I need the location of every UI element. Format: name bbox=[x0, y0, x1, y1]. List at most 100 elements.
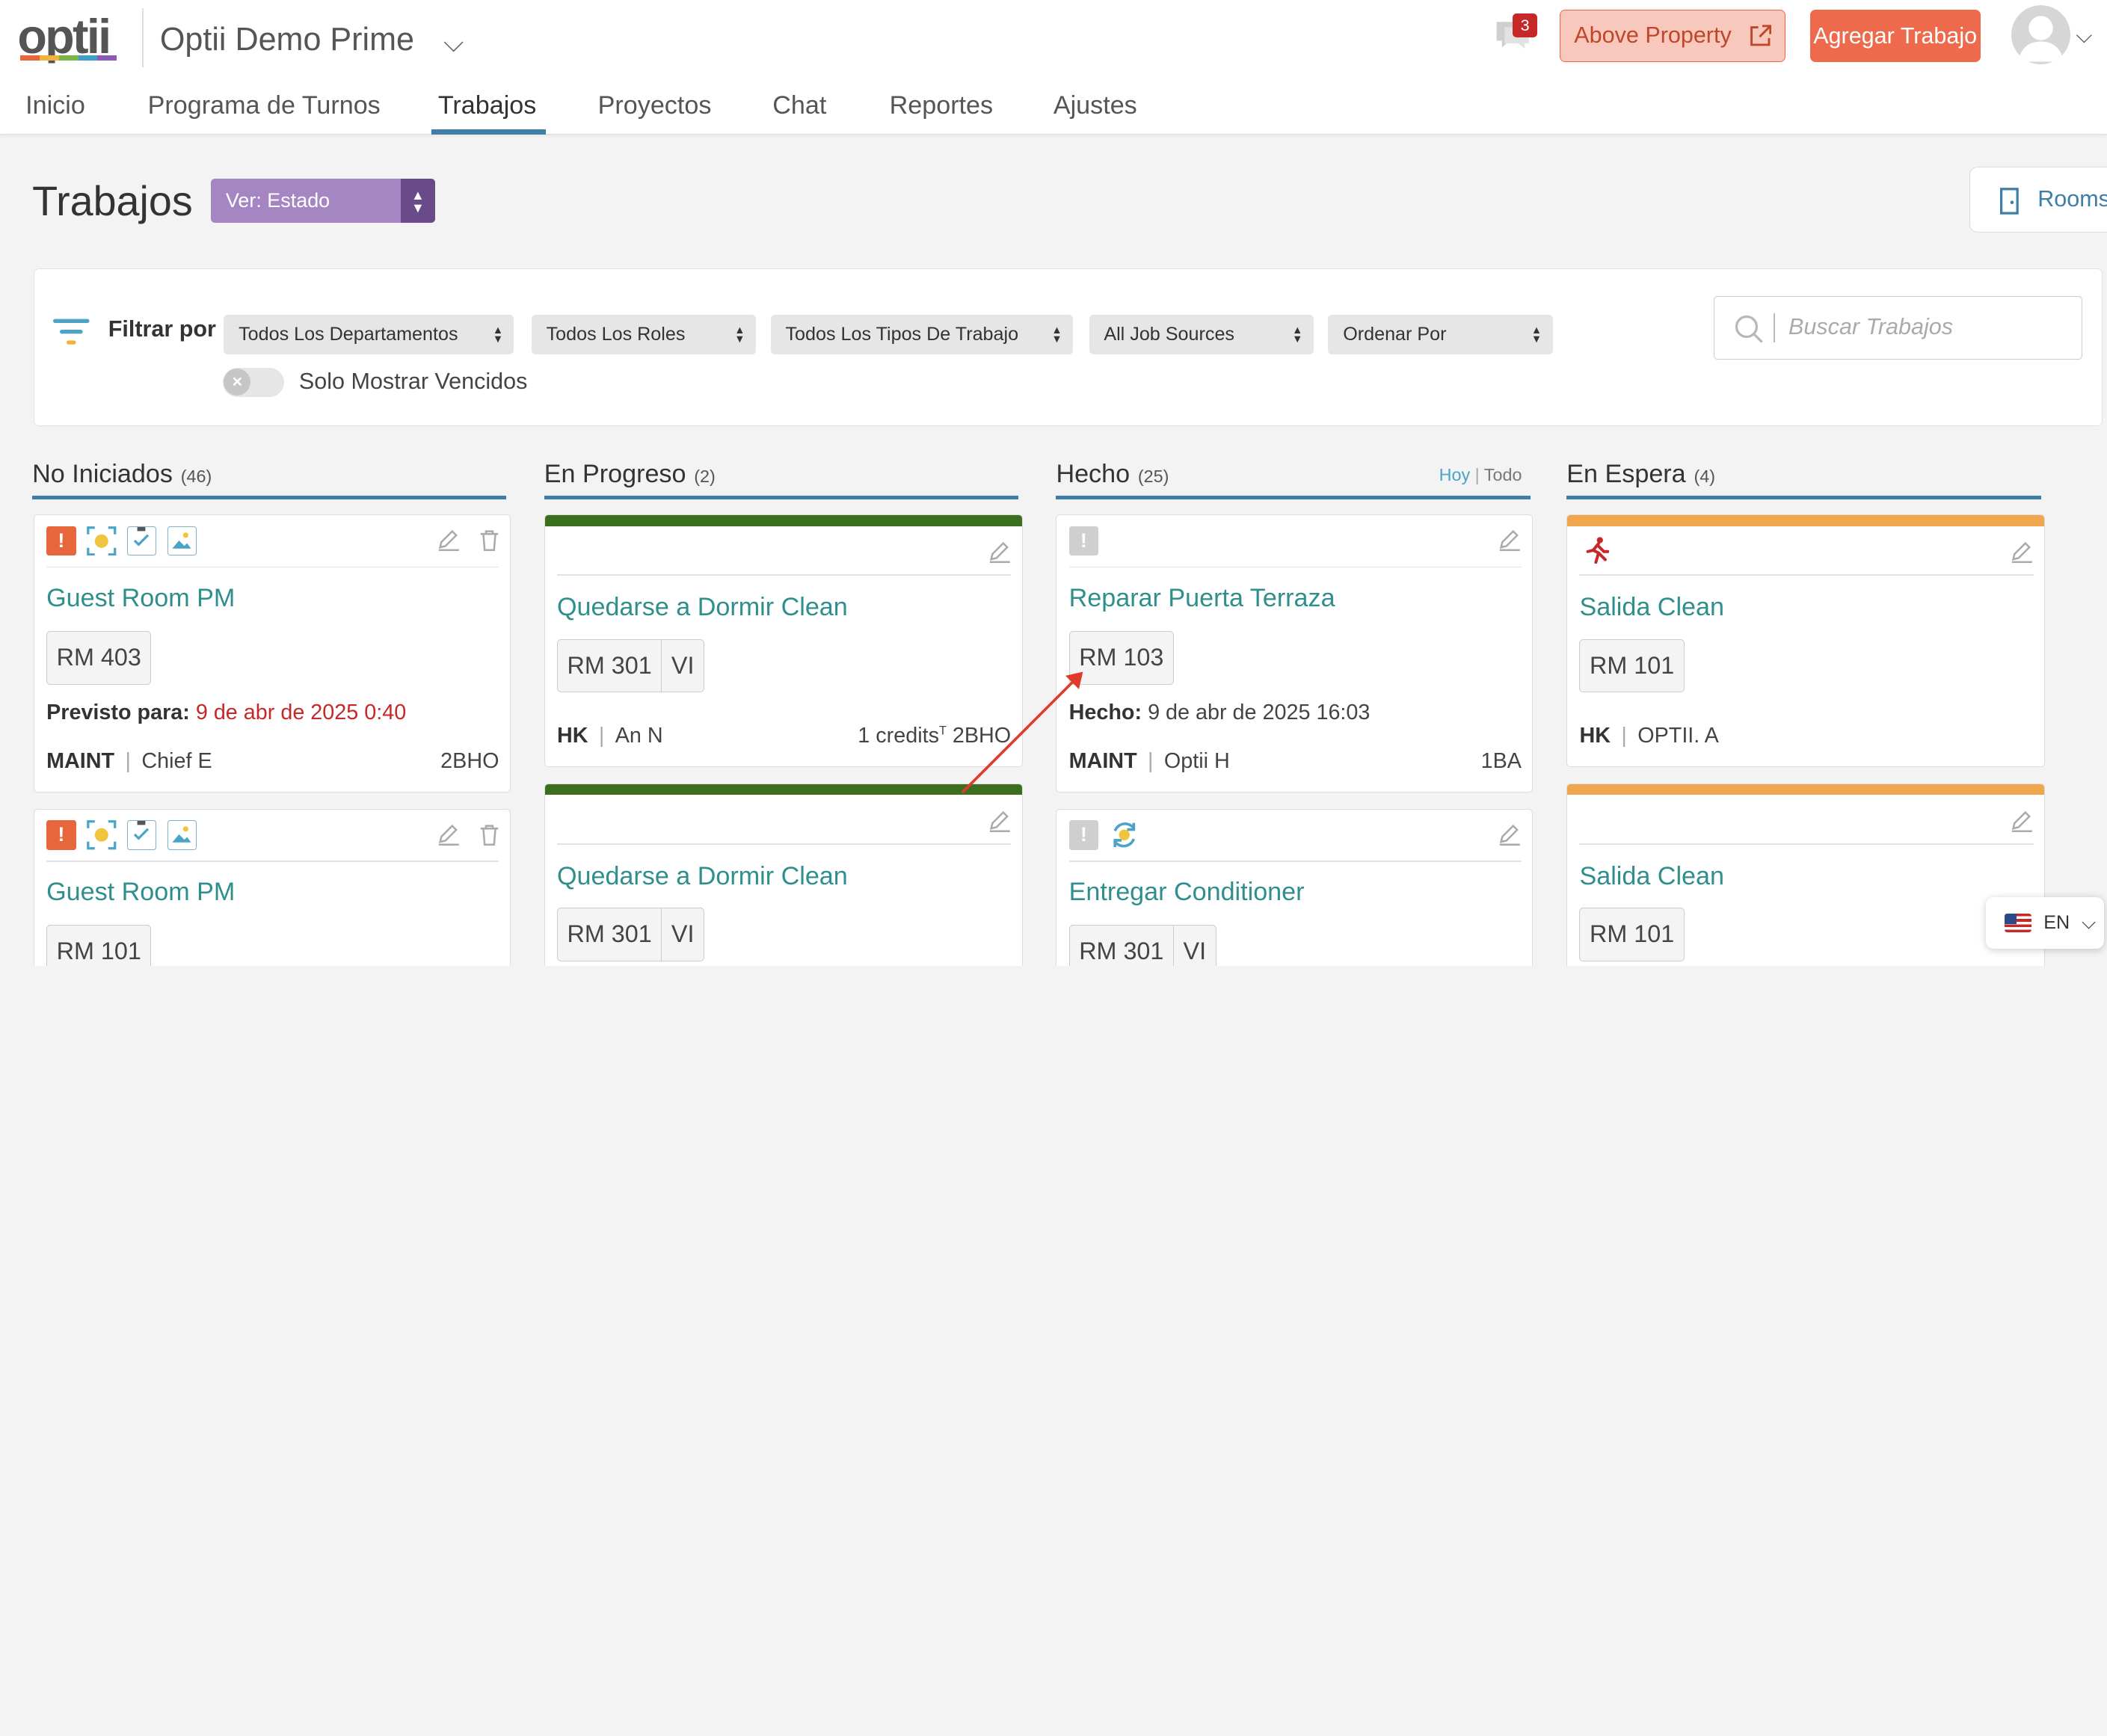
repeat-icon bbox=[1110, 820, 1139, 850]
job-card[interactable]: Quedarse a Dormir Clean RM 301 VI bbox=[544, 783, 1023, 967]
assignee: Optii H bbox=[1163, 748, 1230, 773]
chevron-down-icon[interactable]: ⌵ bbox=[443, 27, 464, 59]
overdue-toggle[interactable]: × bbox=[222, 367, 285, 398]
us-flag-icon bbox=[2005, 913, 2032, 933]
department-select[interactable]: Todos Los Departamentos ▲ ▼ bbox=[224, 315, 514, 354]
department: HK bbox=[1579, 723, 1611, 748]
job-card[interactable]: ! Guest Room PM RM 403 Previsto para: 9 … bbox=[33, 514, 511, 793]
job-card[interactable]: ! Reparar Puerta Terraza RM 103 Hecho: 9… bbox=[1056, 514, 1534, 793]
above-property-label: Above Property bbox=[1574, 22, 1732, 48]
sort-select[interactable]: Ordenar Por ▲ ▼ bbox=[1328, 315, 1553, 354]
column-title: No Iniciados bbox=[32, 459, 173, 488]
edit-icon[interactable] bbox=[988, 810, 1012, 833]
room-number: RM 301 bbox=[1079, 938, 1164, 965]
chat-badge: 3 bbox=[1513, 13, 1537, 38]
filter-label: Filtrar por bbox=[108, 316, 216, 342]
room-check-icon bbox=[87, 820, 117, 850]
trash-icon[interactable] bbox=[479, 823, 499, 846]
tab-trabajos[interactable]: Trabajos bbox=[438, 91, 537, 120]
column-title: En Progreso bbox=[544, 459, 686, 488]
trash-icon[interactable] bbox=[479, 529, 499, 552]
edit-icon[interactable] bbox=[437, 529, 461, 552]
search-box[interactable] bbox=[1714, 296, 2082, 360]
edit-icon[interactable] bbox=[1498, 823, 1522, 846]
checkout-icon bbox=[1586, 537, 1609, 564]
job-meta: HK | OPTII. A bbox=[1579, 723, 1719, 748]
view-select[interactable]: Ver: Estado ▲ ▼ bbox=[211, 179, 436, 224]
job-title[interactable]: Guest Room PM bbox=[46, 584, 235, 613]
image-icon bbox=[167, 820, 197, 850]
edit-icon[interactable] bbox=[2011, 541, 2034, 564]
card-divider bbox=[46, 566, 499, 568]
rooms-button[interactable]: Rooms bbox=[1969, 166, 2107, 233]
assignee: An N bbox=[615, 723, 663, 748]
card-divider bbox=[1068, 861, 1522, 862]
card-divider bbox=[1579, 574, 2034, 576]
filter-panel: Filtrar por Todos Los Departamentos ▲ ▼ To… bbox=[33, 268, 2103, 426]
add-job-button[interactable]: Agregar Trabajo bbox=[1809, 9, 1981, 62]
job-source-select[interactable]: All Job Sources ▲ ▼ bbox=[1089, 315, 1314, 354]
job-title[interactable]: Entregar Conditioner bbox=[1069, 878, 1305, 907]
job-card[interactable]: ! Entregar Conditioner RM 301 VI bbox=[1056, 808, 1534, 967]
tab-inicio[interactable]: Inicio bbox=[25, 91, 85, 120]
logo-color-bar bbox=[19, 55, 117, 61]
select-arrows-icon: ▲ ▼ bbox=[1531, 324, 1542, 346]
avatar-chevron-icon[interactable]: ⌵ bbox=[2076, 24, 2092, 49]
assignee: Chief E bbox=[141, 748, 212, 773]
job-card[interactable]: ! Guest Room PM RM 101 bbox=[33, 808, 511, 967]
above-property-button[interactable]: Above Property bbox=[1560, 9, 1786, 62]
role-select[interactable]: Todos Los Roles ▲ ▼ bbox=[531, 315, 756, 354]
property-name[interactable]: Optii Demo Prime bbox=[160, 22, 414, 58]
status-bar bbox=[1567, 784, 2045, 795]
job-meta: HK | An N1 creditsT 2BHO bbox=[556, 723, 1012, 748]
view-select-value: Ver: Estado bbox=[225, 189, 330, 212]
filter-all-link[interactable]: Todo bbox=[1484, 465, 1522, 484]
job-card[interactable]: Salida Clean RM 101 HK | OPTII. A bbox=[1566, 514, 2046, 768]
job-title[interactable]: Guest Room PM bbox=[46, 878, 235, 907]
tab-proyectos[interactable]: Proyectos bbox=[598, 91, 712, 120]
active-tab-indicator bbox=[431, 129, 546, 135]
user-icon bbox=[2018, 16, 2064, 62]
job-card[interactable]: Salida Clean RM 101 bbox=[1566, 783, 2046, 967]
job-type-select-value: Todos Los Tipos De Trabajo bbox=[785, 324, 1019, 345]
edit-icon[interactable] bbox=[988, 541, 1012, 564]
tab-programa-de-turnos[interactable]: Programa de Turnos bbox=[148, 91, 381, 120]
location: 2BHO bbox=[440, 748, 499, 773]
job-card[interactable]: Quedarse a Dormir Clean RM 301 VI HK | An N… bbox=[544, 514, 1023, 768]
room-number: RM 103 bbox=[1079, 643, 1164, 671]
job-meta: MAINT | Chief E 2BHO bbox=[46, 748, 499, 773]
room-number: RM 301 bbox=[567, 651, 652, 679]
job-type-select[interactable]: Todos Los Tipos De Trabajo ▲ ▼ bbox=[770, 315, 1073, 354]
filter-icon bbox=[53, 318, 90, 345]
checklist-icon bbox=[126, 820, 157, 850]
done-line: Hecho: 9 de abr de 2025 16:03 bbox=[1069, 701, 1522, 725]
location: 2BHO bbox=[952, 723, 1012, 748]
tab-chat[interactable]: Chat bbox=[772, 91, 826, 120]
job-title[interactable]: Salida Clean bbox=[1579, 593, 1724, 622]
room-badge: RM 101 bbox=[1579, 638, 1685, 693]
job-title[interactable]: Reparar Puerta Terraza bbox=[1069, 584, 1335, 613]
edit-icon[interactable] bbox=[2011, 810, 2034, 833]
job-title[interactable]: Quedarse a Dormir Clean bbox=[557, 862, 848, 891]
job-title[interactable]: Salida Clean bbox=[1579, 862, 1724, 891]
select-arrows-icon: ▲ ▼ bbox=[400, 179, 436, 224]
language-selector[interactable]: EN ⌵ bbox=[1985, 897, 2105, 949]
card-divider bbox=[556, 574, 1012, 576]
search-input[interactable] bbox=[1788, 310, 2058, 345]
room-tag: VI bbox=[661, 908, 704, 961]
room-check-icon bbox=[87, 526, 117, 556]
overdue-toggle-label: Solo Mostrar Vencidos bbox=[298, 369, 528, 395]
avatar[interactable] bbox=[2011, 5, 2071, 65]
edit-icon[interactable] bbox=[1498, 529, 1522, 552]
filter-today-link[interactable]: Hoy bbox=[1439, 465, 1471, 484]
job-title[interactable]: Quedarse a Dormir Clean bbox=[557, 593, 848, 622]
column-header-on-hold: En Espera (4) bbox=[1566, 460, 1715, 489]
status-bar bbox=[1567, 515, 2045, 526]
card-divider bbox=[46, 861, 499, 862]
done-label: Hecho: bbox=[1068, 701, 1142, 725]
tab-reportes[interactable]: Reportes bbox=[890, 91, 993, 120]
tab-ajustes[interactable]: Ajustes bbox=[1054, 91, 1137, 120]
edit-icon[interactable] bbox=[437, 823, 461, 846]
room-number: RM 101 bbox=[56, 938, 141, 965]
room-tag: VI bbox=[1172, 926, 1216, 967]
